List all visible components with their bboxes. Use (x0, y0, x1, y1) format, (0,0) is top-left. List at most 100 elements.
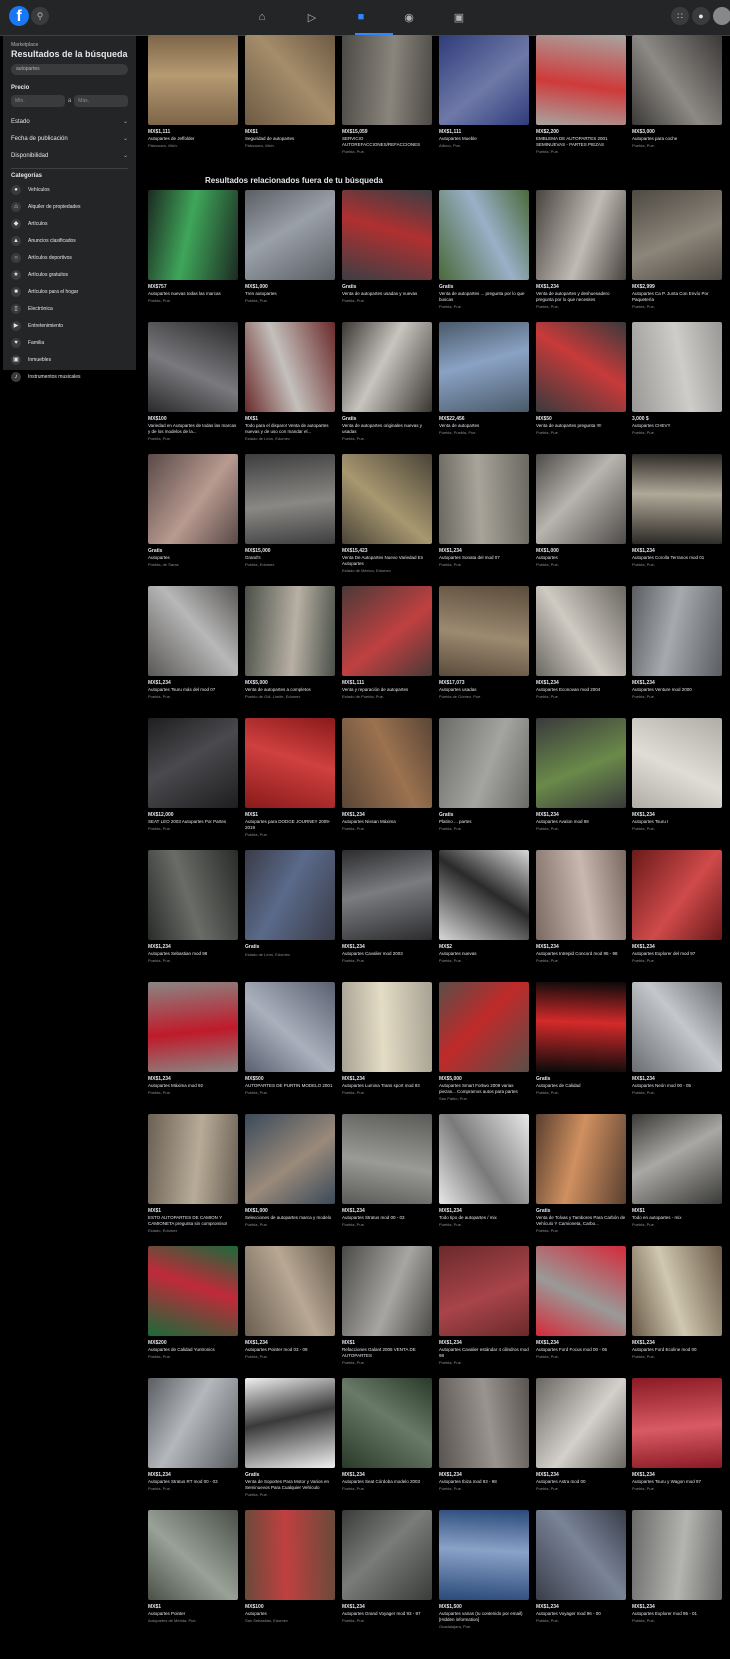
groups-icon[interactable]: ◉ (400, 8, 418, 26)
listing-card[interactable]: MX$1,111 Venta y reparación de autopartes… (342, 586, 432, 699)
listing-card[interactable]: Gratis Autopartes de Calidad Puebla, Pue. (536, 982, 626, 1095)
listing-card[interactable]: MX$1,234 Venta de autopartes y deshuesade… (536, 190, 626, 309)
listing-card[interactable]: MX$1,234 Autopartes Cavalier estándar 4 c… (439, 1246, 529, 1365)
messenger-icon[interactable]: ● (692, 7, 710, 25)
listing-image[interactable] (632, 586, 722, 676)
listing-image[interactable] (342, 35, 432, 125)
sidebar-item-category[interactable]: ▣ Inmuebles (11, 351, 128, 368)
gaming-icon[interactable]: ▣ (450, 8, 468, 26)
listing-card[interactable]: MX$1,234 Autopartes Neón mod 00 - 05 Puebl… (632, 982, 722, 1095)
listing-card[interactable]: MX$1,111 Autopartes de Jeffolder Pátzcuaro… (148, 35, 238, 148)
listing-card[interactable]: MX$1,234 Autopartes Sonata del mod 07 Pueb… (439, 454, 529, 567)
listing-card[interactable]: MX$15,423 Venta De Autopartes Nuevo Varie… (342, 454, 432, 573)
listing-image[interactable] (245, 718, 335, 808)
listing-card[interactable]: MX$1,234 Autopartes Nissan Máxima Puebla, … (342, 718, 432, 831)
listing-card[interactable]: MX$2,999 Autopartes Ca P. Junta Con Envío… (632, 190, 722, 309)
listing-card[interactable]: MX$1,234 Autopartes Tsuru más del mod 07 P… (148, 586, 238, 699)
listing-image[interactable] (439, 718, 529, 808)
listing-card[interactable]: Gratis Venta de autopartes originales nue… (342, 322, 432, 441)
listing-card[interactable]: MX$1,234 Autopartes Sebastian mod 98 Puebl… (148, 850, 238, 963)
listing-image[interactable] (439, 35, 529, 125)
sidebar-item-category[interactable]: ⌂ Alquiler de propiedades (11, 198, 128, 215)
listing-card[interactable]: MX$1,234 Autopartes Cavalier mod 2003 Pueb… (342, 850, 432, 963)
listing-image[interactable] (148, 1510, 238, 1600)
min-price-input[interactable]: Mín. (11, 95, 65, 107)
listing-image[interactable] (245, 35, 335, 125)
listing-image[interactable] (439, 586, 529, 676)
listing-card[interactable]: MX$1,000 Tren autopartes Puebla, Pue. (245, 190, 335, 303)
listing-card[interactable]: MX$1 Todo en autopartes - mix Puebla, Pue. (632, 1114, 722, 1227)
marketplace-icon[interactable]: ■ (352, 8, 370, 26)
max-price-input[interactable]: Máx. (74, 95, 128, 107)
listing-image[interactable] (342, 850, 432, 940)
listing-card[interactable]: MX$1,234 Autopartes Tsuru I Puebla, Pue. (632, 718, 722, 831)
listing-card[interactable]: MX$1,234 Autopartes Pointer mod 03 - 09 Pu… (245, 1246, 335, 1359)
listing-card[interactable]: MX$1,234 Autopartes Ford Ecoline mod 00 Pu… (632, 1246, 722, 1359)
listing-card[interactable]: MX$1,234 Autopartes Máxima mod 92 Puebla, … (148, 982, 238, 1095)
listing-card[interactable]: MX$1,234 Autopartes Avalon mod 98 Puebla, … (536, 718, 626, 831)
listing-image[interactable] (536, 850, 626, 940)
watch-icon[interactable]: ▷ (303, 8, 321, 26)
listing-card[interactable]: MX$15,059 SERVICIO AUTOREFACCIONES/REFACC… (342, 35, 432, 154)
listing-card[interactable]: Gratis Estado de León, Edomex (245, 850, 335, 957)
listing-image[interactable] (536, 982, 626, 1072)
listing-image[interactable] (342, 322, 432, 412)
listing-image[interactable] (342, 1114, 432, 1204)
listing-card[interactable]: Gratis Venta de Soportes Para Motor y Var… (245, 1378, 335, 1497)
listing-card[interactable]: MX$1,234 Autopartes Voyager mod 96 - 00 Pu… (536, 1510, 626, 1623)
listing-image[interactable] (632, 322, 722, 412)
listing-image[interactable] (148, 190, 238, 280)
listing-image[interactable] (342, 190, 432, 280)
listing-image[interactable] (439, 190, 529, 280)
listing-image[interactable] (632, 190, 722, 280)
listing-image[interactable] (342, 586, 432, 676)
listing-card[interactable]: MX$1,234 Autopartes Corolla Terranos mod … (632, 454, 722, 567)
listing-image[interactable] (148, 322, 238, 412)
listing-image[interactable] (148, 1246, 238, 1336)
listing-card[interactable]: MX$50 Venta de autopartes pregunta !!!! Pu… (536, 322, 626, 435)
sidebar-item-category[interactable]: ▯ Electrónica (11, 300, 128, 317)
sidebar-item-category[interactable]: ▲ Anuncios clasificados (11, 232, 128, 249)
listing-card[interactable]: MX$1,234 Autopartes Seat Córdoba modelo 2… (342, 1378, 432, 1491)
listing-card[interactable]: MX$1 Autopartes para DODGE JOURNEY 2009-2… (245, 718, 335, 837)
listing-card[interactable]: MX$1 Refacciones Galant 2005 VENTA DE AUT… (342, 1246, 432, 1365)
sidebar-item-category[interactable]: ★ Artículos gratuitos (11, 266, 128, 283)
listing-image[interactable] (632, 35, 722, 125)
listing-card[interactable]: MX$5,000 Venta de autopartes a completos P… (245, 586, 335, 699)
listing-image[interactable] (245, 1246, 335, 1336)
listing-card[interactable]: MX$1 Autopartes Pointer Autopartes de Méri… (148, 1510, 238, 1623)
listing-card[interactable]: MX$1 ESTO AUTOPARTES DE CAMION Y CAMIONET… (148, 1114, 238, 1233)
profile-avatar[interactable] (713, 7, 730, 25)
listing-image[interactable] (536, 454, 626, 544)
listing-image[interactable] (536, 1378, 626, 1468)
listing-image[interactable] (245, 190, 335, 280)
listing-card[interactable]: MX$1,234 Autopartes Grand Voyager mod 93 … (342, 1510, 432, 1623)
listing-card[interactable]: MX$1,234 Autopartes Ibiza mod 93 - 98 Pueb… (439, 1378, 529, 1491)
listing-image[interactable] (342, 982, 432, 1072)
listing-card[interactable]: MX$1,234 Autopartes Explorer del mod 97 Pu… (632, 850, 722, 963)
listing-image[interactable] (439, 322, 529, 412)
listing-image[interactable] (632, 1510, 722, 1600)
listing-card[interactable]: MX$1,234 Todo tipo de autopartes / mix Pue… (439, 1114, 529, 1227)
home-icon[interactable]: ⌂ (253, 8, 271, 26)
listing-card[interactable]: Gratis Autopartes Puebla, de Saraz (148, 454, 238, 567)
listing-card[interactable]: Gratis Venta de autopartes usadas y nueva… (342, 190, 432, 303)
listing-image[interactable] (536, 322, 626, 412)
listing-image[interactable] (342, 1378, 432, 1468)
filter-fecha[interactable]: Fecha de publicación ⌄ (11, 130, 128, 147)
sidebar-item-category[interactable]: ▶ Entretenimiento (11, 317, 128, 334)
listing-image[interactable] (342, 1246, 432, 1336)
listing-card[interactable]: 3,000 $ Autopartes CHEVY Puebla, Pue. (632, 322, 722, 435)
listing-card[interactable]: MX$12,000 SEAT LEO 2003 Autopartes Por Pa… (148, 718, 238, 831)
filter-disponibilidad[interactable]: Disponibilidad ⌄ (11, 147, 128, 164)
listing-card[interactable]: MX$2 Autopartes nuevas Puebla, Pue. (439, 850, 529, 963)
listing-image[interactable] (245, 1114, 335, 1204)
listing-image[interactable] (632, 1378, 722, 1468)
listing-image[interactable] (439, 850, 529, 940)
listing-image[interactable] (148, 982, 238, 1072)
sidebar-item-category[interactable]: ● Vehículos (11, 181, 128, 198)
listing-image[interactable] (439, 1114, 529, 1204)
listing-image[interactable] (536, 586, 626, 676)
listing-image[interactable] (245, 982, 335, 1072)
listing-image[interactable] (148, 454, 238, 544)
